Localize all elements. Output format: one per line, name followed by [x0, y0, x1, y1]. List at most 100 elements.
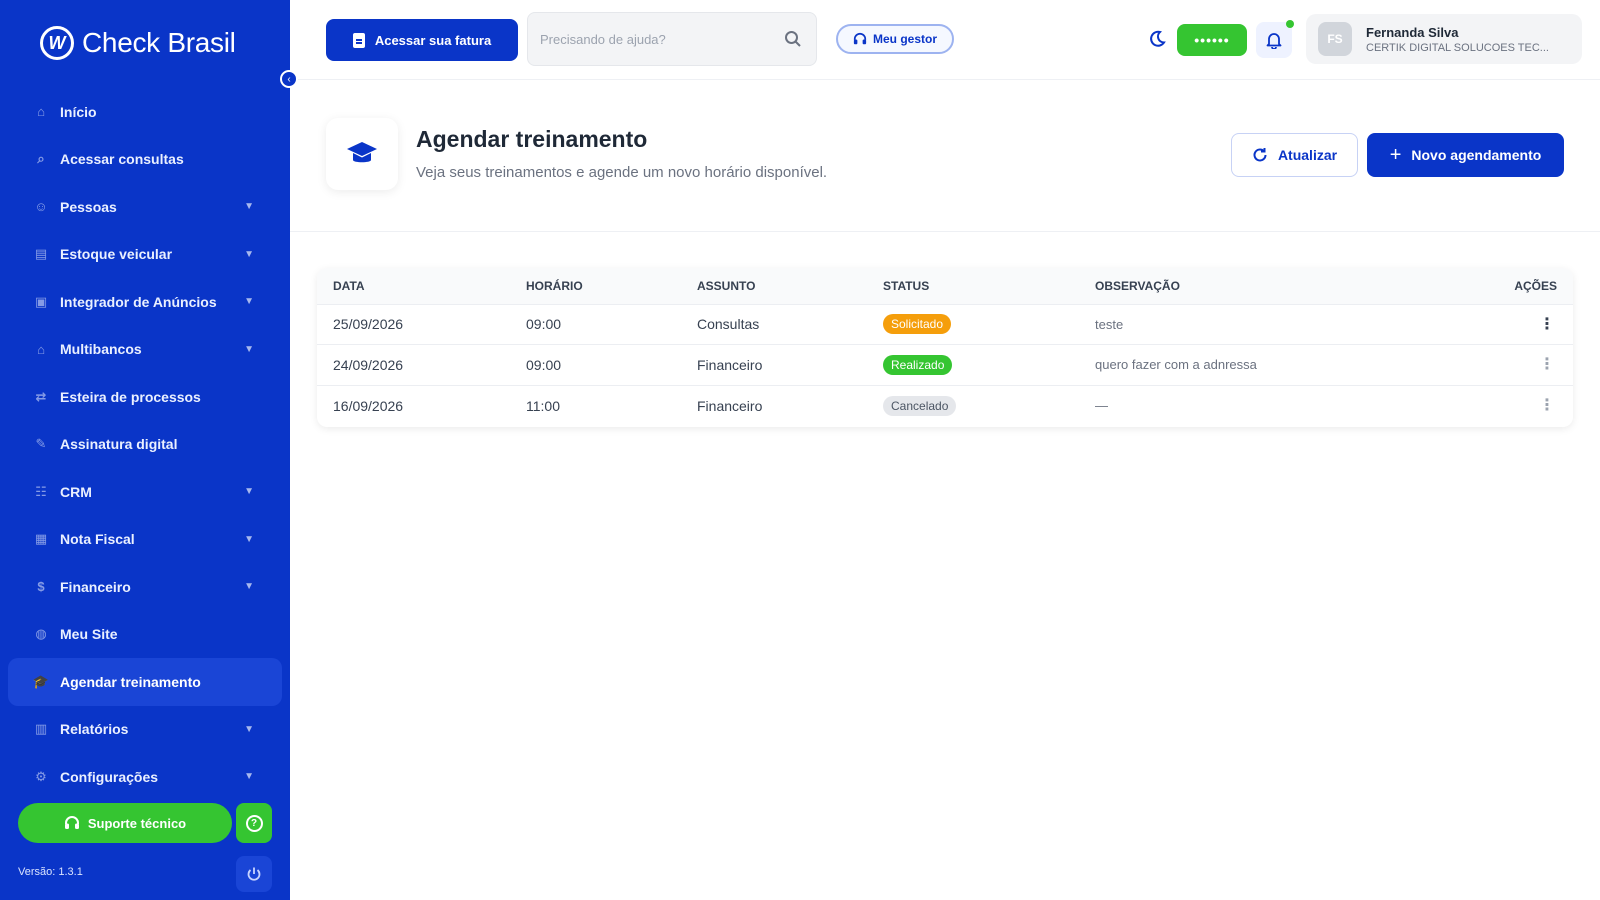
sidebar-nav: ⌂ Início ⌕ Acessar consultas ☺ Pessoas ▼ ▤ Estoq…: [8, 88, 282, 801]
sidebar-item-integrador-de-anuncios[interactable]: ▣ Integrador de Anúncios ▼: [8, 278, 282, 326]
home-icon: ⌂: [37, 104, 45, 120]
table-row[interactable]: 25/09/2026 09:00 Consultas Solicitado te…: [317, 304, 1573, 345]
cell-horario: 11:00: [526, 397, 560, 414]
status-badge: Realizado: [883, 354, 953, 375]
sidebar-item-multibancos[interactable]: ⌂ Multibancos ▼: [8, 326, 282, 374]
chevron-left-icon: ‹: [287, 73, 291, 85]
crm-icon: ☷: [35, 483, 47, 499]
manager-button[interactable]: Meu gestor: [836, 24, 954, 54]
manager-label: Meu gestor: [872, 32, 937, 46]
cell-horario: 09:00: [526, 344, 697, 386]
invoice-label: Acessar sua fatura: [374, 32, 492, 48]
topbar: Acessar sua fatura Meu gestor •••••• FS …: [290, 0, 1600, 80]
invoice-button[interactable]: Acessar sua fatura: [326, 19, 518, 61]
page-header: Agendar treinamento Veja seus treinament…: [290, 80, 1600, 232]
people-icon: ☺: [34, 199, 48, 215]
chevron-down-icon: ▼: [244, 723, 254, 735]
new-appointment-button[interactable]: + Novo agendamento: [1367, 133, 1564, 177]
gear-icon: ⚙: [35, 768, 47, 784]
chevron-down-icon: ▼: [244, 486, 254, 498]
sidebar-item-configuracoes[interactable]: ⚙ Configurações ▼: [8, 753, 282, 801]
sidebar-item-inicio[interactable]: ⌂ Início: [8, 88, 282, 136]
sidebar-item-label: Acessar consultas: [60, 151, 184, 168]
sidebar-item-meu-site[interactable]: ◍ Meu Site: [8, 611, 282, 659]
col-header-data: DATA: [317, 268, 526, 305]
cell-data: 24/09/2026: [317, 344, 526, 386]
cell-data: 16/09/2026: [333, 397, 404, 414]
sidebar-item-label: CRM: [60, 483, 92, 500]
chevron-down-icon: ▼: [244, 581, 254, 593]
table-row[interactable]: 24/09/2026 09:00 Financeiro Realizado qu…: [317, 344, 1573, 386]
table-row[interactable]: 16/09/2026 11:00 Financeiro Cancelado — …: [317, 385, 1573, 426]
notifications-button[interactable]: [1256, 22, 1292, 58]
chevron-down-icon: ▼: [244, 201, 254, 213]
app-name: Check Brasil: [82, 27, 236, 58]
trainings-table-card: DATA HORÁRIO ASSUNTO STATUS OBSERVAÇÃO A…: [317, 268, 1573, 427]
help-button[interactable]: ?: [236, 803, 272, 843]
signature-icon: ✎: [35, 436, 47, 452]
megaphone-icon: ▣: [34, 293, 48, 309]
sidebar-item-label: Financeiro: [60, 578, 131, 595]
notification-dot: [1286, 20, 1294, 28]
sidebar-item-esteira-de-processos[interactable]: ⇄ Esteira de processos: [8, 373, 282, 421]
row-actions-icon[interactable]: ⋮: [1537, 398, 1557, 414]
sidebar-item-nota-fiscal[interactable]: ▦ Nota Fiscal ▼: [8, 516, 282, 564]
user-company: CERTIK DIGITAL SOLUCOES TEC...: [1366, 41, 1549, 54]
sidebar-item-label: Agendar treinamento: [60, 673, 201, 690]
bank-icon: ⌂: [37, 341, 45, 357]
logout-button[interactable]: [236, 856, 272, 892]
page-icon-box: [326, 118, 398, 190]
search-icon: ⌕: [37, 151, 45, 167]
sidebar-item-crm[interactable]: ☷ CRM ▼: [8, 468, 282, 516]
row-actions-icon[interactable]: ⋮: [1537, 357, 1557, 373]
col-header-status: STATUS: [883, 268, 1095, 305]
plus-icon: +: [1389, 144, 1402, 166]
refresh-label: Atualizar: [1277, 147, 1338, 163]
refresh-button[interactable]: Atualizar: [1231, 133, 1358, 177]
row-actions-icon[interactable]: ⋮: [1537, 316, 1557, 333]
sidebar-item-estoque-veicular[interactable]: ▤ Estoque veicular ▼: [8, 231, 282, 279]
help-search-input[interactable]: [540, 31, 784, 47]
sidebar-item-label: Integrador de Anúncios: [60, 293, 217, 310]
cell-data: 25/09/2026: [317, 304, 526, 345]
help-search: [527, 12, 817, 66]
status-badge: Cancelado: [883, 395, 957, 416]
question-icon: ?: [245, 814, 263, 832]
col-header-observacao: OBSERVAÇÃO: [1095, 268, 1483, 305]
cell-observacao: teste: [1095, 304, 1483, 345]
headset-icon: [853, 32, 867, 45]
graduation-cap-icon: [347, 142, 377, 163]
cell-assunto: Consultas: [697, 304, 883, 345]
sidebar-collapse-button[interactable]: ‹: [280, 70, 298, 88]
sidebar-item-label: Esteira de processos: [60, 388, 201, 405]
support-label: Suporte técnico: [87, 815, 187, 831]
cell-observacao: quero fazer com a adnressa: [1095, 344, 1483, 386]
sidebar-item-financeiro[interactable]: $ Financeiro ▼: [8, 563, 282, 611]
chevron-down-icon: ▼: [244, 248, 254, 260]
logo[interactable]: W Check Brasil: [40, 26, 236, 60]
moon-icon[interactable]: [1148, 30, 1166, 48]
graduation-cap-icon: 🎓: [32, 673, 50, 689]
cell-assunto: Financeiro: [697, 397, 763, 414]
col-header-horario: HORÁRIO: [526, 268, 697, 305]
headset-icon: [64, 816, 79, 829]
sidebar-item-label: Multibancos: [60, 341, 142, 358]
page-subtitle: Veja seus treinamentos e agende um novo …: [416, 164, 828, 181]
sidebar-item-agendar-treinamento[interactable]: 🎓 Agendar treinamento: [8, 658, 282, 706]
car-icon: ▤: [34, 246, 48, 262]
sidebar-item-acessar-consultas[interactable]: ⌕ Acessar consultas: [8, 136, 282, 184]
sidebar-item-assinatura-digital[interactable]: ✎ Assinatura digital: [8, 421, 282, 469]
balance-value: ••••••: [1194, 32, 1230, 48]
search-icon[interactable]: [784, 30, 802, 48]
user-menu[interactable]: FS Fernanda Silva CERTIK DIGITAL SOLUCOE…: [1306, 14, 1582, 64]
sidebar-item-label: Pessoas: [60, 198, 117, 215]
support-button[interactable]: Suporte técnico: [18, 803, 232, 843]
sidebar-item-relatorios[interactable]: ▥ Relatórios ▼: [8, 706, 282, 754]
sidebar-item-label: Relatórios: [60, 721, 129, 738]
chevron-down-icon: ▼: [244, 343, 254, 355]
document-icon: [352, 32, 365, 48]
flow-icon: ⇄: [35, 388, 47, 404]
sidebar-item-pessoas[interactable]: ☺ Pessoas ▼: [8, 183, 282, 231]
col-header-assunto: ASSUNTO: [697, 268, 883, 305]
balance-toggle[interactable]: ••••••: [1177, 24, 1247, 56]
